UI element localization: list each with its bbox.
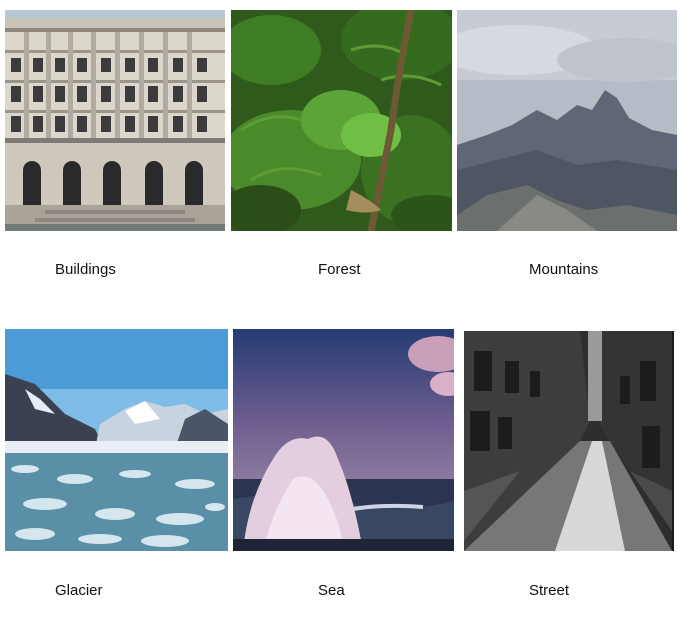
forest-image bbox=[231, 10, 452, 231]
street-label: Street bbox=[529, 582, 570, 599]
sea-label: Sea bbox=[318, 582, 345, 599]
mountains-label: Mountains bbox=[529, 261, 599, 278]
buildings-label: Buildings bbox=[55, 261, 116, 278]
sea-image bbox=[233, 329, 454, 551]
glacier-image bbox=[5, 329, 228, 551]
street-image bbox=[460, 331, 680, 551]
mountains-image bbox=[457, 10, 677, 231]
forest-label: Forest bbox=[318, 261, 361, 278]
buildings-image bbox=[5, 10, 225, 231]
glacier-label: Glacier bbox=[55, 582, 103, 599]
